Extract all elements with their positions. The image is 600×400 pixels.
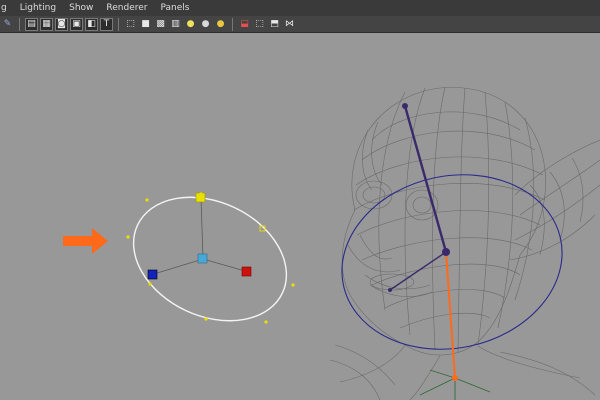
viewport[interactable] — [0, 34, 600, 400]
joint-chain[interactable] — [388, 103, 491, 400]
menu-item-lighting[interactable]: Lighting — [13, 0, 62, 16]
safe-frame-icon[interactable]: ▣ — [70, 17, 83, 31]
isolate-select-icon[interactable]: ⬓ — [238, 18, 251, 31]
xray-icon[interactable]: ⬚ — [253, 18, 266, 31]
menu-item-show[interactable]: Show — [62, 0, 99, 16]
camera-icon[interactable]: ✎ — [1, 18, 14, 31]
toolbar-separator — [232, 17, 233, 31]
center-handle[interactable] — [197, 253, 208, 264]
resolution-gate-icon[interactable]: ◙ — [55, 17, 68, 31]
default-light-icon[interactable]: ● — [184, 18, 197, 31]
chin-joint[interactable] — [388, 288, 392, 292]
text-icon[interactable]: T — [100, 17, 113, 31]
film-icon[interactable]: ▦ — [40, 17, 53, 31]
panel-toolbar: ✎ ▤ ▦ ◙ ▣ ◧ T ⬚ ■ ▩ ▥ ● ● ● ⬓ ⬚ ⬒ ⋈ — [0, 16, 600, 33]
toolbar-separator — [118, 17, 119, 31]
toolbar-separator — [19, 17, 20, 31]
xray-joints-icon[interactable]: ⬒ — [268, 18, 281, 31]
viewport-canvas[interactable] — [0, 34, 600, 400]
all-lights-icon[interactable]: ● — [199, 18, 212, 31]
x-axis-handle[interactable] — [241, 266, 252, 277]
smooth-shade-icon[interactable]: ■ — [139, 18, 152, 31]
grid-icon[interactable]: ▤ — [25, 17, 38, 31]
wireframe-on-shaded-icon[interactable]: ▩ — [154, 18, 167, 31]
texture-icon[interactable]: ▥ — [169, 18, 182, 31]
field-chart-icon[interactable]: ◧ — [85, 17, 98, 31]
menu-item-renderer[interactable]: Renderer — [99, 0, 153, 16]
panel-menubar: g Lighting Show Renderer Panels — [0, 0, 600, 16]
menu-item-g[interactable]: g — [0, 0, 13, 16]
component-points[interactable] — [126, 192, 295, 324]
jaw-joint[interactable] — [442, 248, 450, 256]
manipulator[interactable] — [113, 174, 306, 345]
menu-item-panels[interactable]: Panels — [154, 0, 196, 16]
head-top-joint[interactable] — [402, 103, 408, 109]
wireframe-head-model[interactable] — [329, 86, 600, 400]
shadow-icon[interactable]: ● — [214, 18, 227, 31]
wireframe-cube-icon[interactable]: ⬚ — [124, 18, 137, 31]
share-icon[interactable]: ⋈ — [283, 18, 296, 31]
callout-arrow-icon — [63, 228, 108, 254]
selection-circle[interactable] — [113, 174, 306, 345]
z-axis-handle[interactable] — [147, 269, 158, 280]
